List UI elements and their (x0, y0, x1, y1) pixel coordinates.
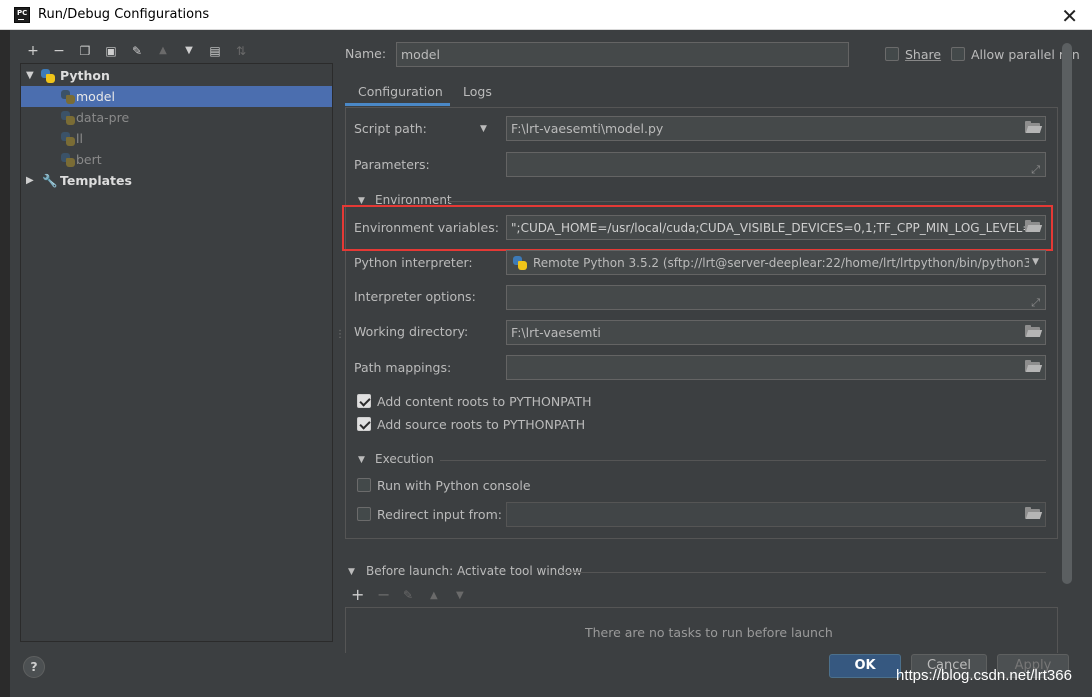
python-icon (513, 256, 527, 270)
folder-icon[interactable] (1025, 507, 1043, 520)
move-up-icon[interactable]: ▲ (154, 42, 172, 60)
tree-item-data-pre[interactable]: data-pre (21, 107, 332, 128)
tree-label-templates: Templates (60, 173, 132, 188)
tree-item-python[interactable]: ▼ Python (21, 65, 332, 86)
expand-icon[interactable]: ⤢ (1031, 158, 1040, 176)
tree-item-model[interactable]: model (21, 86, 332, 107)
path-mappings-label: Path mappings: (354, 360, 452, 375)
configurations-tree[interactable]: ▼ Python model data-pre ll bert ▶ 🔧 Temp… (20, 63, 333, 642)
folder-icon[interactable] (1025, 325, 1043, 338)
redirect-input-label: Redirect input from: (377, 507, 502, 522)
name-input[interactable]: model (396, 42, 849, 67)
chevron-down-icon[interactable]: ▼ (26, 65, 34, 86)
close-icon[interactable]: ✕ (1061, 4, 1078, 28)
wrench-icon[interactable]: ✎ (128, 42, 146, 60)
tree-item-templates[interactable]: ▶ 🔧 Templates (21, 170, 332, 191)
window-title: Run/Debug Configurations (38, 7, 210, 22)
edit-task-icon[interactable]: ✎ (403, 588, 413, 602)
add-source-roots-checkbox[interactable] (357, 417, 371, 431)
tree-item-ll[interactable]: ll (21, 128, 332, 149)
section-divider (440, 460, 1046, 461)
env-vars-input[interactable]: ";CUDA_HOME=/usr/local/cuda;CUDA_VISIBLE… (506, 215, 1046, 240)
folder-icon[interactable] (1025, 220, 1043, 233)
env-vars-value: ";CUDA_HOME=/usr/local/cuda;CUDA_VISIBLE… (511, 221, 1041, 235)
help-button[interactable]: ? (23, 656, 45, 678)
python-icon (61, 153, 75, 167)
run-with-console-checkbox[interactable] (357, 478, 371, 492)
chevron-down-icon[interactable]: ▼ (1029, 251, 1039, 274)
tab-logs[interactable]: Logs (463, 84, 492, 99)
add-content-roots-checkbox[interactable] (357, 394, 371, 408)
script-path-label: Script path: (354, 121, 427, 136)
section-divider (448, 201, 1046, 202)
share-label: Share (905, 47, 942, 62)
folder-icon[interactable] (1025, 360, 1043, 373)
tree-label-bert: bert (76, 152, 102, 167)
path-mappings-input[interactable] (506, 355, 1046, 380)
share-checkbox[interactable] (885, 47, 899, 61)
allow-parallel-checkbox[interactable] (951, 47, 965, 61)
chevron-down-icon[interactable]: ▼ (358, 455, 365, 465)
chevron-right-icon[interactable]: ▶ (26, 170, 34, 191)
working-dir-value: F:\lrt-vaesemti (511, 325, 601, 340)
expand-icon[interactable]: ⤢ (1031, 291, 1040, 309)
save-icon[interactable]: ▣ (102, 42, 120, 60)
script-path-input[interactable]: F:\lrt-vaesemti\model.py (506, 116, 1046, 141)
folder-icon[interactable]: ▤ (206, 42, 224, 60)
no-tasks-message: There are no tasks to run before launch (585, 625, 833, 640)
tab-configuration-label: Configuration (358, 84, 443, 99)
title-bar: PC Run/Debug Configurations ✕ (0, 0, 1092, 30)
execution-section-header: Execution (375, 452, 434, 466)
scrollbar-thumb[interactable] (1062, 43, 1072, 584)
add-task-icon[interactable]: + (351, 585, 364, 604)
before-launch-header: Before launch: Activate tool window (366, 564, 583, 578)
pycharm-app-icon: PC (14, 7, 30, 23)
section-divider (560, 572, 1046, 573)
add-content-roots-label: Add content roots to PYTHONPATH (377, 394, 592, 409)
copy-icon[interactable]: ❐ (76, 42, 94, 60)
parameters-label: Parameters: (354, 157, 430, 172)
interpreter-value: Remote Python 3.5.2 (sftp://lrt@server-d… (533, 256, 1036, 270)
name-label: Name: (345, 46, 387, 61)
tree-label-ll: ll (76, 131, 83, 146)
remove-task-icon[interactable]: − (377, 585, 390, 604)
python-icon (61, 111, 75, 125)
parameters-input[interactable]: ⤢ (506, 152, 1046, 177)
interpreter-options-label: Interpreter options: (354, 289, 476, 304)
tree-item-bert[interactable]: bert (21, 149, 332, 170)
script-path-value: F:\lrt-vaesemti\model.py (511, 121, 664, 136)
python-icon (41, 69, 55, 83)
remove-icon[interactable]: − (50, 42, 68, 60)
add-icon[interactable]: + (24, 42, 42, 60)
env-vars-label: Environment variables: (354, 220, 499, 235)
working-dir-input[interactable]: F:\lrt-vaesemti (506, 320, 1046, 345)
wrench-icon: 🔧 (42, 173, 58, 188)
add-source-roots-label: Add source roots to PYTHONPATH (377, 417, 586, 432)
redirect-input-field[interactable] (506, 502, 1046, 527)
python-icon (61, 132, 75, 146)
tab-configuration[interactable]: Configuration (345, 78, 450, 106)
background-window-edge (0, 30, 10, 697)
interpreter-label: Python interpreter: (354, 255, 473, 270)
script-path-dropdown-icon[interactable]: ▼ (480, 124, 487, 134)
splitter-handle[interactable]: ⋮ (335, 330, 345, 340)
chevron-down-icon[interactable]: ▼ (348, 567, 355, 577)
move-down-icon[interactable]: ▼ (180, 42, 198, 60)
tree-label-data-pre: data-pre (76, 110, 130, 125)
ok-button[interactable]: OK (829, 654, 901, 678)
run-with-console-label: Run with Python console (377, 478, 531, 493)
tree-label-python: Python (60, 68, 110, 83)
move-up-icon[interactable]: ▲ (430, 590, 438, 601)
move-down-icon[interactable]: ▼ (456, 590, 464, 601)
redirect-input-checkbox[interactable] (357, 507, 371, 521)
tree-label-model: model (76, 89, 115, 104)
working-dir-label: Working directory: (354, 324, 469, 339)
interpreter-options-input[interactable]: ⤢ (506, 285, 1046, 310)
sort-icon[interactable]: ⇅ (232, 42, 250, 60)
python-icon (61, 90, 75, 104)
interpreter-select[interactable]: Remote Python 3.5.2 (sftp://lrt@server-d… (506, 250, 1046, 275)
folder-icon[interactable] (1025, 121, 1043, 134)
watermark: https://blog.csdn.net/lrt366 (896, 667, 1072, 684)
